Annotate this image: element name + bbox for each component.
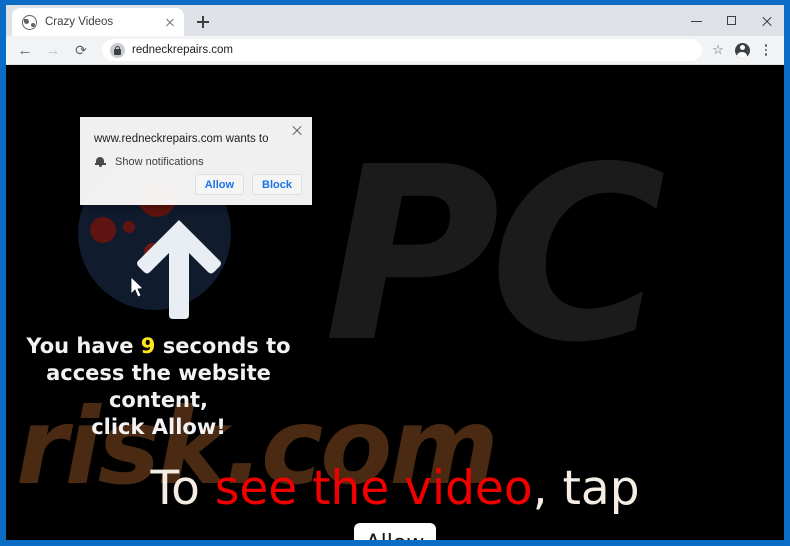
page-headline: To see the video, tap [6, 461, 784, 516]
dialog-block-button[interactable]: Block [252, 174, 302, 195]
profile-button[interactable] [730, 38, 754, 62]
window-controls [679, 5, 784, 36]
countdown-seconds: 9 [140, 334, 156, 358]
minimize-button[interactable] [679, 5, 714, 36]
countdown-prefix: You have [26, 334, 141, 358]
maximize-button[interactable] [714, 5, 749, 36]
mouse-cursor-icon [130, 276, 144, 298]
bell-icon [94, 155, 106, 168]
globe-icon [22, 14, 37, 30]
up-arrow-icon [137, 220, 221, 319]
page-viewport: PC risk.com You have 9 seconds to access… [6, 65, 784, 540]
forward-button[interactable]: → [40, 37, 66, 63]
forward-arrow-icon: → [45, 41, 61, 59]
countdown-middle: seconds to [155, 334, 291, 358]
new-tab-button[interactable] [190, 9, 216, 35]
dialog-permission-label: Show notifications [115, 155, 204, 168]
browser-window: Crazy Videos ← → ⟳ redneckrepairs.com ☆ … [0, 0, 790, 546]
profile-avatar-icon [734, 42, 750, 58]
reload-button[interactable]: ⟳ [68, 37, 94, 63]
tab-strip: Crazy Videos [6, 5, 784, 36]
tab-close-icon[interactable] [162, 14, 178, 30]
back-arrow-icon: ← [17, 41, 33, 59]
dialog-permission-row: Show notifications [94, 155, 204, 168]
tab-crazy-videos[interactable]: Crazy Videos [12, 8, 184, 36]
browser-menu-button[interactable] [754, 38, 778, 62]
reload-icon: ⟳ [75, 41, 87, 58]
browser-toolbar: ← → ⟳ redneckrepairs.com ☆ [6, 36, 784, 65]
allow-cta-button[interactable]: Allow [354, 523, 436, 540]
countdown-message: You have 9 seconds to access the website… [6, 333, 311, 441]
url-text: redneckrepairs.com [132, 44, 233, 56]
lock-icon [110, 42, 125, 58]
headline-part3: , tap [532, 461, 640, 516]
notification-permission-dialog: www.redneckrepairs.com wants to Show not… [80, 117, 312, 205]
browser-window-inner: Crazy Videos ← → ⟳ redneckrepairs.com ☆ … [6, 5, 784, 540]
bookmark-star-icon[interactable]: ☆ [706, 38, 730, 62]
decor-dot [90, 217, 116, 243]
back-button[interactable]: ← [12, 37, 38, 63]
headline-accent: see the video [214, 461, 533, 516]
dialog-close-icon[interactable] [290, 123, 304, 137]
three-dot-menu-icon [764, 44, 768, 56]
dialog-actions: Allow Block [194, 174, 302, 195]
dialog-title: www.redneckrepairs.com wants to [94, 133, 269, 145]
tab-title: Crazy Videos [45, 16, 114, 28]
watermark-pc: PC [324, 115, 666, 395]
close-window-button[interactable] [749, 5, 784, 36]
headline-part1: To [150, 461, 215, 516]
countdown-line2: access the website content, [46, 360, 271, 412]
countdown-line3: click Allow! [91, 414, 226, 439]
address-bar[interactable]: redneckrepairs.com [102, 39, 702, 61]
dialog-allow-button[interactable]: Allow [194, 174, 245, 195]
